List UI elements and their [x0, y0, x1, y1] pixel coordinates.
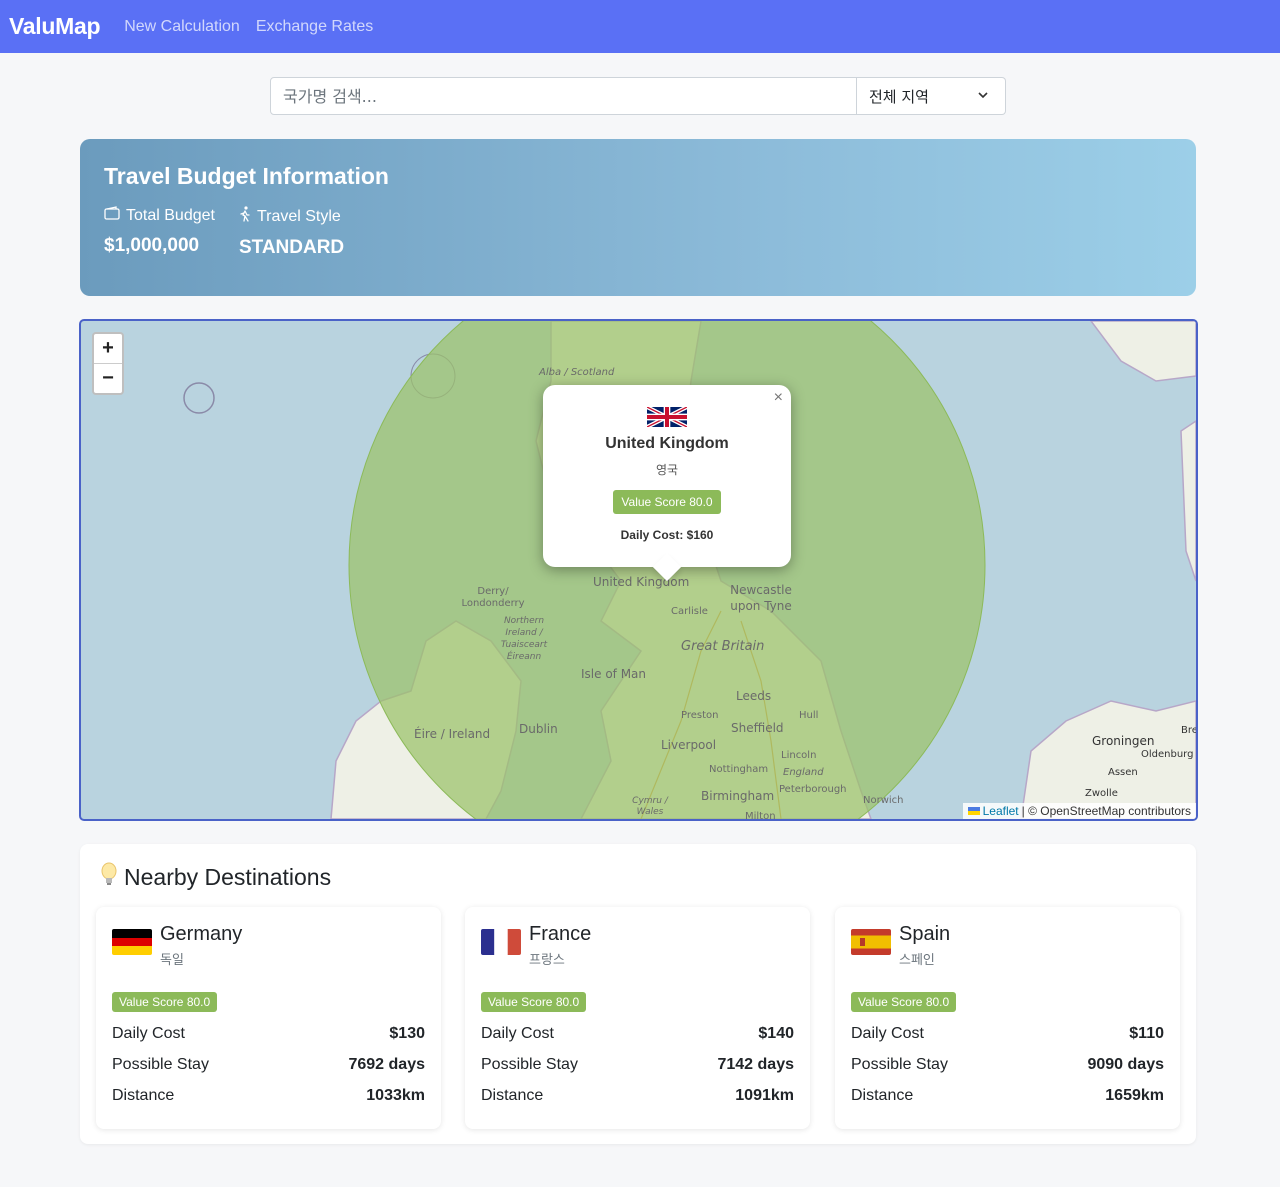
- travel-budget-card: Travel Budget Information Total Budget $…: [80, 139, 1196, 296]
- map-label-bremen: Bre: [1181, 725, 1198, 736]
- possible-stay-row: Possible Stay 7692 days: [112, 1056, 425, 1073]
- country-popup: × United Kingdom 영국 Value Score 80.0 Dai…: [543, 385, 791, 567]
- distance-row: Distance 1091km: [481, 1087, 794, 1104]
- map-label-isle-of-man: Isle of Man: [581, 667, 647, 681]
- destination-local-name: 독일: [160, 953, 184, 968]
- nearby-destinations-title: Nearby Destinations: [98, 862, 331, 892]
- nearby-destinations-panel: Nearby Destinations Germany 독일 Value Sco…: [80, 844, 1196, 1144]
- map-label-northern-ireland: Northern Ireland / Tuaisceart Éireann: [500, 616, 548, 662]
- daily-cost-row: Daily Cost $140: [481, 1025, 794, 1042]
- nav-link-new-calculation[interactable]: New Calculation: [124, 18, 240, 36]
- map-label-peterborough: Peterborough: [779, 784, 847, 795]
- destination-local-name: 프랑스: [529, 953, 565, 968]
- destination-name: Spain: [899, 923, 951, 945]
- walking-person-icon: [239, 206, 251, 227]
- zoom-in-button[interactable]: +: [94, 334, 122, 363]
- united-kingdom-flag-icon: [543, 407, 791, 427]
- destination-card-spain[interactable]: Spain 스페인 Value Score 80.0 Daily Cost $11…: [835, 907, 1180, 1129]
- brand-logo[interactable]: ValuMap: [9, 13, 101, 40]
- map-label-carlisle: Carlisle: [671, 606, 708, 617]
- region-select[interactable]: 전체 지역: [857, 77, 1006, 115]
- spain-flag-icon: [851, 929, 891, 955]
- map-label-wales: Cymru / Wales: [632, 796, 668, 817]
- budget-title: Travel Budget Information: [104, 163, 389, 189]
- map-label-lincoln: Lincoln: [781, 750, 817, 761]
- search-bar: 전체 지역: [270, 77, 1006, 115]
- value-score-badge: Value Score 80.0: [481, 992, 587, 1012]
- chevron-down-icon: [977, 87, 989, 105]
- nav-link-exchange-rates[interactable]: Exchange Rates: [256, 18, 373, 36]
- destination-name: Germany: [160, 923, 243, 945]
- ukraine-flag-icon: [967, 804, 980, 818]
- total-budget-value: $1,000,000: [104, 235, 200, 256]
- destination-name: France: [529, 923, 592, 945]
- germany-flag-icon: [112, 929, 152, 955]
- popup-country-local-name: 영국: [655, 463, 679, 477]
- map-label-hull: Hull: [799, 710, 819, 721]
- distance-row: Distance 1659km: [851, 1087, 1164, 1104]
- leaflet-link[interactable]: Leaflet: [983, 804, 1019, 818]
- daily-cost-row: Daily Cost $110: [851, 1025, 1164, 1042]
- popup-daily-cost: Daily Cost: $160: [620, 528, 714, 542]
- destination-card-france[interactable]: France 프랑스 Value Score 80.0 Daily Cost $1…: [465, 907, 810, 1129]
- region-select-value: 전체 지역: [869, 87, 929, 106]
- wallet-icon: [104, 206, 120, 225]
- popup-value-score-badge: Value Score 80.0: [613, 490, 721, 514]
- travel-style-block: Travel Style STANDARD: [239, 206, 344, 259]
- map-label-birmingham: Birmingham: [701, 789, 775, 803]
- map-label-dublin: Dublin: [519, 722, 558, 736]
- map-label-norwich: Norwich: [863, 795, 904, 806]
- value-score-badge: Value Score 80.0: [851, 992, 957, 1012]
- map-label-derry: Derry/ Londonderry: [461, 586, 525, 609]
- map-label-uk: United Kingdom: [593, 575, 690, 589]
- distance-row: Distance 1033km: [112, 1087, 425, 1104]
- map-label-scotland: Alba / Scotland: [539, 367, 615, 378]
- possible-stay-row: Possible Stay 7142 days: [481, 1056, 794, 1073]
- map-attribution: Leaflet | © OpenStreetMap contributors: [962, 803, 1196, 819]
- map-label-nottingham: Nottingham: [709, 764, 769, 775]
- map-view[interactable]: Alba / Scotland United Kingdom Newcastle…: [79, 319, 1198, 821]
- map-label-newcastle: Newcastle upon Tyne: [730, 583, 792, 613]
- zoom-out-button[interactable]: −: [94, 363, 122, 392]
- travel-style-value: STANDARD: [238, 237, 345, 258]
- possible-stay-row: Possible Stay 9090 days: [851, 1056, 1164, 1073]
- travel-style-label: Travel Style: [256, 207, 341, 225]
- popup-country-name: United Kingdom: [605, 435, 729, 452]
- map-label-oldenburg: Oldenburg: [1141, 749, 1194, 760]
- map-label-assen: Assen: [1108, 767, 1138, 778]
- map-label-england: England: [783, 767, 824, 778]
- popup-close-button[interactable]: ×: [774, 389, 783, 407]
- map-label-sheffield: Sheffield: [731, 721, 784, 735]
- value-score-badge: Value Score 80.0: [112, 992, 218, 1012]
- zoom-control: + −: [92, 332, 124, 395]
- map-label-zwolle: Zwolle: [1085, 788, 1118, 799]
- map-label-great-britain: Great Britain: [681, 639, 765, 654]
- daily-cost-row: Daily Cost $130: [112, 1025, 425, 1042]
- map-label-ireland: Éire / Ireland: [414, 727, 491, 741]
- map-label-groningen: Groningen: [1092, 734, 1155, 748]
- total-budget-block: Total Budget $1,000,000: [104, 206, 215, 259]
- france-flag-icon: [481, 929, 521, 955]
- lightbulb-icon: [98, 862, 120, 892]
- map-label-milton: Milton: [745, 811, 776, 821]
- total-budget-label: Total Budget: [126, 206, 215, 224]
- osm-attribution-text: | © OpenStreetMap contributors: [1021, 804, 1191, 818]
- map-label-liverpool: Liverpool: [661, 738, 717, 752]
- map-label-preston: Preston: [681, 710, 719, 721]
- navbar: ValuMap New Calculation Exchange Rates: [0, 0, 1280, 53]
- country-search-input[interactable]: [270, 77, 857, 115]
- destination-local-name: 스페인: [899, 953, 935, 968]
- map-label-leeds: Leeds: [736, 689, 772, 703]
- destination-card-germany[interactable]: Germany 독일 Value Score 80.0 Daily Cost $1…: [96, 907, 441, 1129]
